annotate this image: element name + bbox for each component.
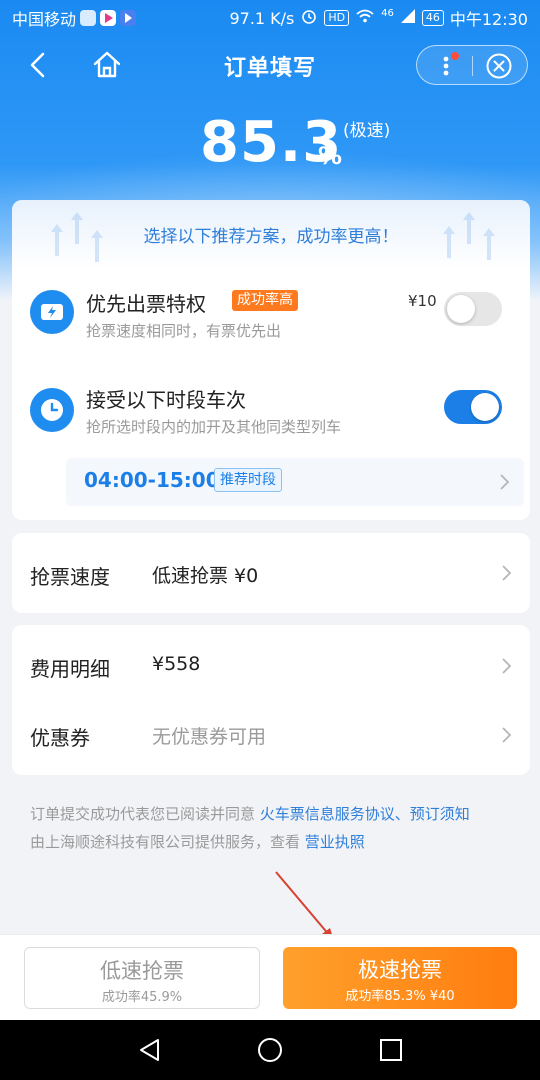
system-navigation-bar [0,1020,540,1080]
square-recents-icon [380,1039,402,1061]
priority-option-toggle[interactable] [444,292,502,326]
service-agreement-link[interactable]: 火车票信息服务协议、预订须知 [260,805,470,823]
wifi-icon [355,8,375,28]
period-option-title: 接受以下时段车次 [86,388,246,412]
fast-grab-button[interactable]: 极速抢票 成功率85.3% ¥40 [283,947,517,1009]
chevron-right-icon [502,658,512,674]
period-option-toggle[interactable] [444,390,502,424]
speed-label: 抢票速度 [30,565,110,589]
success-rate-unit: % [318,142,343,170]
system-home-button[interactable] [256,1036,284,1064]
capsule-divider [472,56,473,76]
fee-detail-row[interactable]: 费用明细 ¥558 [12,625,530,703]
annotation-arrow-icon [275,871,334,941]
notification-app-icon [80,10,97,26]
close-circle-icon [486,53,512,79]
fast-grab-rate: 成功率85.3% ¥40 [345,989,455,1004]
triangle-back-icon [140,1039,159,1061]
network-speed: 97.1 K/s [229,8,295,28]
chevron-right-icon [500,474,510,490]
fee-label: 费用明细 [30,657,110,681]
chevron-right-icon [502,727,512,743]
toggle-knob [447,295,475,323]
time-range: 04:00-15:00 [84,468,220,492]
circle-home-icon [258,1038,282,1062]
clock-icon [41,399,63,421]
speed-card[interactable]: 抢票速度 低速抢票 ¥0 [12,533,530,613]
business-license-link[interactable]: 营业执照 [305,833,365,851]
red-dot-badge [451,52,459,60]
order-fill-screen: 中国移动 97.1 K/s HD 46 46 中午12:30 订单填写 85.3… [0,0,540,1080]
time-period-icon [30,388,74,432]
close-button[interactable] [485,52,513,80]
recommendation-card: 选择以下推荐方案，成功率更高！ 优先出票特权 成功率高 抢票速度相同时，有票优先… [12,200,530,520]
system-recents-button[interactable] [378,1037,404,1063]
speed-mode-tag: (极速) [343,121,391,141]
recommendation-banner: 选择以下推荐方案，成功率更高！ [12,200,530,268]
high-success-tag: 成功率高 [232,290,298,311]
fee-value: ¥558 [152,653,201,675]
legal-notice: 订单提交成功代表您已阅读并同意 火车票信息服务协议、预订须知 由上海顺途科技有限… [30,800,510,856]
hd-badge: HD [324,10,350,26]
legal-text: 订单提交成功代表您已阅读并同意 [30,805,260,823]
coupon-label: 优惠券 [30,726,90,750]
signal-type: 46 [381,7,394,19]
clock: 中午12:30 [449,10,528,29]
video-app-icon [100,10,117,26]
priority-option-title: 优先出票特权 [86,292,206,316]
period-option-desc: 抢所选时段内的加开及其他同类型列车 [86,418,342,436]
legal-line-2: 由上海顺途科技有限公司提供服务，查看 营业执照 [30,828,510,856]
recommendation-text: 选择以下推荐方案，成功率更高！ [143,227,399,247]
priority-option-desc: 抢票速度相同时，有票优先出 [86,322,282,340]
legal-text: 由上海顺途科技有限公司提供服务，查看 [30,833,305,851]
signal-icon [400,8,416,28]
recommended-period-tag: 推荐时段 [214,468,282,492]
bottom-action-bar: 低速抢票 成功率45.9% 极速抢票 成功率85.3% ¥40 [0,934,540,1020]
time-period-selector[interactable]: 04:00-15:00 推荐时段 [66,458,524,506]
legal-line-1: 订单提交成功代表您已阅读并同意 火车票信息服务协议、预订须知 [30,800,510,828]
coupon-value: 无优惠券可用 [152,726,267,748]
nav-bar: 订单填写 [0,36,540,94]
success-rate-display: 85.3 % (极速) [0,108,540,180]
ticket-lightning-icon [41,304,63,320]
priority-ticket-icon [30,290,74,334]
carrier-label: 中国移动 [12,10,77,29]
priority-option-price: ¥10 [408,292,437,310]
battery-icon: 46 [421,10,444,26]
fast-grab-label: 极速抢票 [358,958,442,982]
coupon-row[interactable]: 优惠券 无优惠券可用 [12,703,530,775]
chevron-right-icon [502,565,512,581]
fee-coupon-card: 费用明细 ¥558 优惠券 无优惠券可用 [12,625,530,775]
alarm-icon [300,7,318,29]
system-back-button[interactable] [136,1036,164,1064]
play-app-icon [120,10,137,26]
status-bar: 中国移动 97.1 K/s HD 46 46 中午12:30 [0,0,540,36]
mini-program-capsule [416,45,528,85]
toggle-knob [471,393,499,421]
slow-grab-button[interactable]: 低速抢票 成功率45.9% [24,947,260,1009]
slow-grab-label: 低速抢票 [100,959,184,983]
speed-value: 低速抢票 ¥0 [152,565,259,587]
slow-grab-rate: 成功率45.9% [101,990,183,1005]
